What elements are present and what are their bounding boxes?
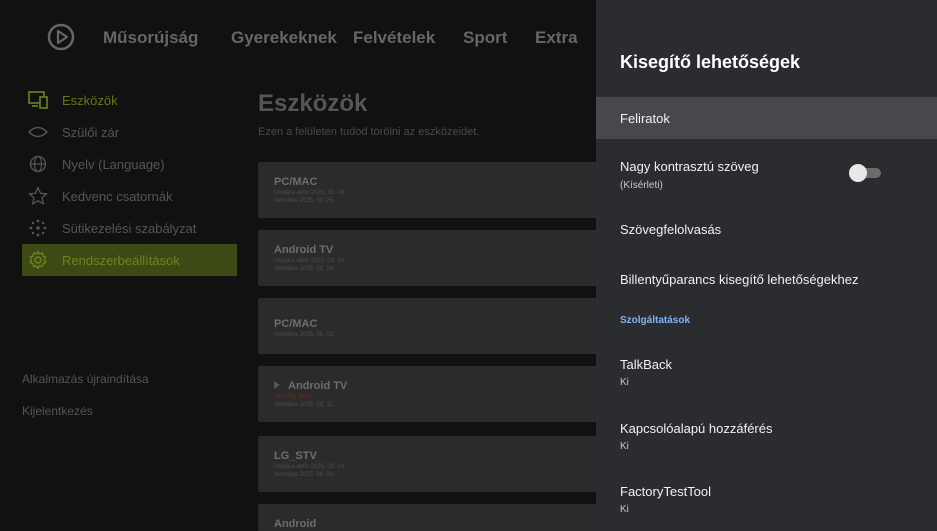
panel-item-accessibility-shortcut[interactable]: Billentyűparancs kisegítő lehetőségekhez [596,260,937,300]
device-last-active: Utoljára aktív 2025. 10. 06. [274,190,346,196]
device-card[interactable]: Android [258,504,598,531]
device-card[interactable]: Android TV Utoljára aktív 2025. 09. 24. … [258,230,598,286]
panel-item-label: Kapcsolóalapú hozzáférés [620,421,773,436]
panel-item-label: Nagy kontrasztú szöveg [620,159,759,174]
top-navigation: Műsorújság Gyerekeknek Felvételek Sport … [0,0,600,82]
services-section-header: Szolgáltatások [620,315,691,326]
nav-tab-extra[interactable]: Extra [535,28,578,48]
cookie-icon [28,218,48,238]
device-name: Android TV [274,244,334,256]
sidebar-item-label: Rendszerbeállítások [62,252,180,268]
globe-icon [28,154,48,174]
device-last-active: Utoljára aktív 2025. 09. 24. [274,464,346,470]
device-activated: Aktiválva 2025. 06. 05. [274,472,335,478]
gear-icon [28,250,48,270]
panel-item-label: FactoryTestTool [620,484,712,499]
panel-item-label: TalkBack [620,357,673,372]
panel-item-captions[interactable]: Feliratok [596,97,937,139]
panel-item-subtitle: Ki [620,441,629,452]
sidebar-item-label: Eszközök [62,92,118,108]
sidebar-item-favourite-channels[interactable]: Kedvenc csatornák [22,180,237,212]
panel-item-subtitle: Ki [620,504,629,515]
restart-app-link[interactable]: Alkalmazás újraindítása [22,372,149,386]
device-last-active: Utoljára aktív 2025. 09. 24. [274,258,346,264]
panel-item-high-contrast-text[interactable]: Nagy kontrasztú szöveg (Kísérleti) [596,145,937,203]
device-activated: Aktiválva 2025. 09. 24. [274,266,335,272]
panel-item-subtitle: Ki [620,377,629,388]
nav-tab-recordings[interactable]: Felvételek [353,28,435,48]
page-title: Eszközök [258,90,368,117]
nav-tab-sport[interactable]: Sport [463,28,507,48]
device-card[interactable]: PC/MAC Aktiválva 2025. 05. 02. [258,298,598,354]
toggle-knob [849,164,867,182]
app-root: Műsorújság Gyerekeknek Felvételek Sport … [0,0,937,531]
panel-item-label: Szövegfelolvasás [620,222,722,237]
sidebar-item-label: Kedvenc csatornák [62,188,173,204]
panel-item-label: Feliratok [620,111,670,126]
device-activated: Aktiválva 2025. 09. 25. [274,198,335,204]
parental-lock-icon [28,122,48,142]
devices-section: Eszközök Ezen a felületen tudod törölni … [258,90,598,138]
sidebar-item-label: Sütikezelési szabályzat [62,220,197,236]
device-name: PC/MAC [274,318,318,330]
panel-item-switch-access[interactable]: Kapcsolóalapú hozzáférés Ki [596,409,937,461]
device-card-current[interactable]: Android TV Jelenleg aktív Aktiválva 2025… [258,366,598,422]
sidebar-item-system-settings[interactable]: Rendszerbeállítások [22,244,237,276]
settings-sidebar: Eszközök Szülői zár Nyelv (Language) Ked… [22,84,237,276]
device-name: PC/MAC [274,176,318,188]
page-subtitle: Ezen a felületen tudod törölni az eszköz… [258,126,480,138]
sidebar-item-cookie-policy[interactable]: Sütikezelési szabályzat [22,212,237,244]
device-card[interactable]: PC/MAC Utoljára aktív 2025. 10. 06. Akti… [258,162,598,218]
device-card[interactable]: LG_STV Utoljára aktív 2025. 09. 24. Akti… [258,436,598,492]
device-current-status: Jelenleg aktív [274,394,311,400]
panel-item-text-to-speech[interactable]: Szövegfelolvasás [596,210,937,250]
devices-icon [28,90,48,110]
logout-link[interactable]: Kijelentkezés [22,404,93,418]
sidebar-item-label: Nyelv (Language) [62,156,165,172]
sidebar-item-devices[interactable]: Eszközök [22,84,237,116]
panel-title: Kisegítő lehetőségek [620,52,801,72]
high-contrast-toggle[interactable] [849,164,883,182]
device-name: LG_STV [274,450,317,462]
star-icon [28,186,48,206]
app-logo-icon [46,22,76,52]
panel-item-label: Billentyűparancs kisegítő lehetőségekhez [620,272,859,287]
accessibility-panel: Kisegítő lehetőségek Feliratok Nagy kont… [596,0,937,531]
nav-tab-kids[interactable]: Gyerekeknek [231,28,337,48]
panel-item-talkback[interactable]: TalkBack Ki [596,345,937,397]
sidebar-item-language[interactable]: Nyelv (Language) [22,148,237,180]
sidebar-item-parental-lock[interactable]: Szülői zár [22,116,237,148]
device-activated: Aktiválva 2025. 05. 02. [274,332,335,338]
device-name: Android TV [288,380,348,392]
panel-item-subtitle: (Kísérleti) [620,180,663,191]
nav-tab-guide[interactable]: Műsorújság [103,28,198,48]
device-name: Android [274,518,317,530]
device-activated: Aktiválva 2025. 08. 11. [274,402,335,408]
play-icon [274,381,280,389]
sidebar-item-label: Szülői zár [62,124,120,140]
panel-item-factory-test-tool[interactable]: FactoryTestTool Ki [596,472,937,524]
